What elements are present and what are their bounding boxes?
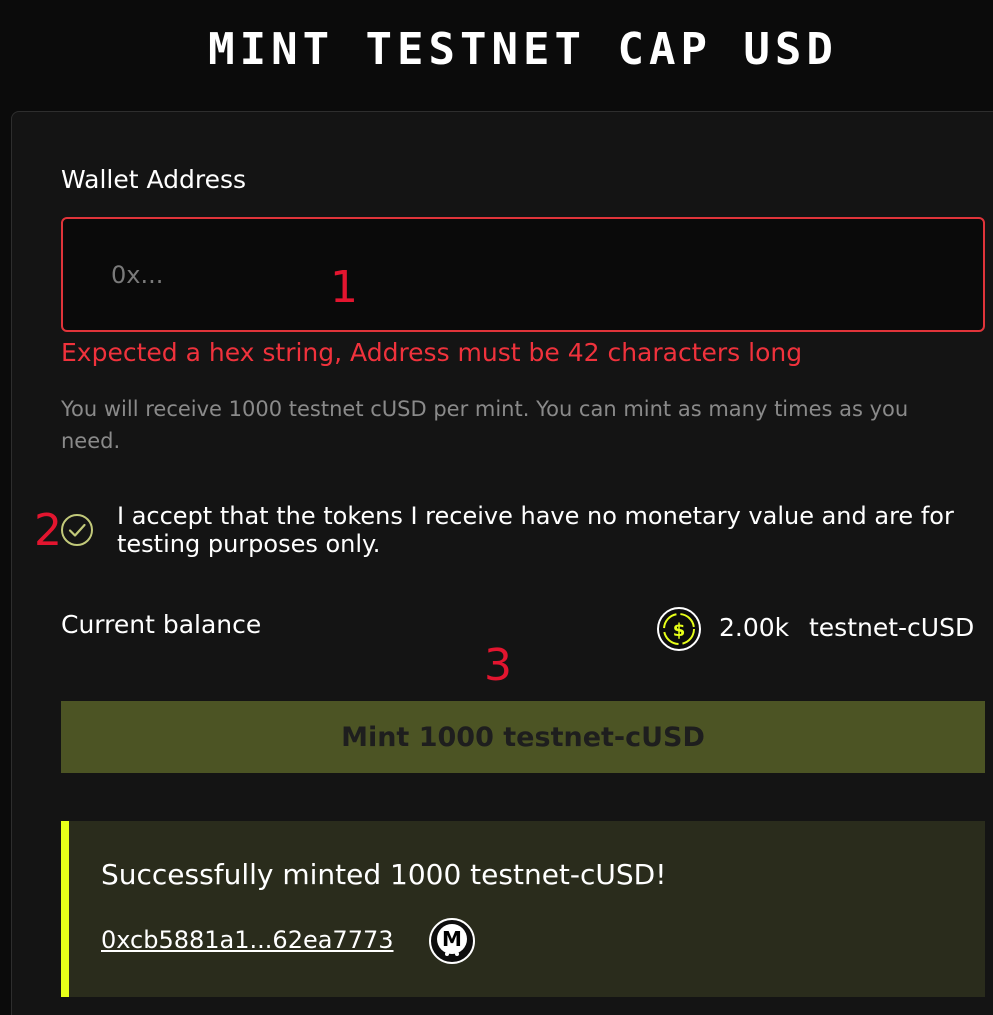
page-title: MINT TESTNET CAP USD: [208, 24, 838, 75]
address-error-message: Expected a hex string, Address must be 4…: [61, 338, 803, 367]
success-message: Successfully minted 1000 testnet-cUSD!: [101, 858, 667, 891]
annotation-marker-3: 3: [484, 640, 512, 691]
mint-button[interactable]: Mint 1000 testnet-cUSD: [61, 701, 985, 773]
accept-terms-label[interactable]: I accept that the tokens I receive have …: [117, 502, 993, 558]
mint-help-text: You will receive 1000 testnet cUSD per m…: [61, 397, 909, 453]
explorer-m-icon[interactable]: M: [428, 917, 476, 965]
svg-text:M: M: [442, 927, 462, 951]
svg-text:$: $: [673, 620, 686, 641]
annotation-marker-1: 1: [330, 262, 358, 313]
wallet-address-label: Wallet Address: [61, 165, 247, 194]
transaction-hash-link[interactable]: 0xcb5881a1...62ea7773: [101, 926, 394, 954]
dollar-coin-icon: $: [657, 607, 701, 651]
accept-checkbox-check-icon[interactable]: [60, 513, 94, 547]
wallet-address-input[interactable]: [61, 217, 985, 332]
balance-unit: testnet-cUSD: [809, 613, 975, 642]
annotation-marker-2: 2: [34, 505, 62, 556]
balance-amount: 2.00k: [719, 613, 790, 642]
current-balance-label: Current balance: [61, 610, 262, 639]
success-notification: [61, 821, 985, 997]
mint-page: MINT TESTNET CAP USD Wallet Address 1 Ex…: [0, 0, 993, 1015]
